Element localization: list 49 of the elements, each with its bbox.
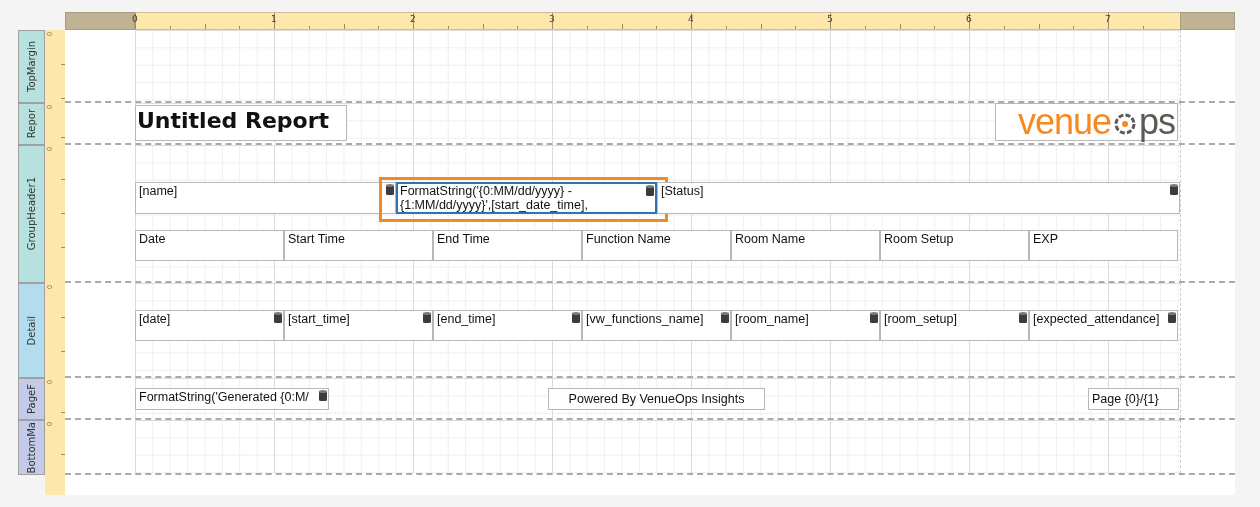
table-cell[interactable]: Start Time (284, 230, 433, 261)
table-cell[interactable]: End Time (433, 230, 582, 261)
table-cell[interactable]: [room_name] (731, 310, 880, 341)
band-label[interactable]: GroupHeader1 (18, 145, 45, 283)
ruler-label: 6 (966, 14, 972, 24)
ruler-label: 7 (1105, 14, 1111, 24)
band-label[interactable]: Repor (18, 103, 45, 145)
table-cell[interactable]: Room Name (731, 230, 880, 261)
table-cell[interactable]: [end_time] (433, 310, 582, 341)
ruler-label: 4 (688, 14, 694, 24)
database-icon (386, 184, 394, 195)
ruler-margin (65, 12, 135, 30)
table-cell[interactable]: Date (135, 230, 284, 261)
database-icon (1168, 312, 1176, 323)
table-cell[interactable]: [expected_attendance] (1029, 310, 1178, 341)
band-label[interactable]: PageF (18, 378, 45, 420)
ruler-label: 2 (410, 14, 416, 24)
band-label[interactable]: Detail (18, 283, 45, 378)
table-cell[interactable]: EXP (1029, 230, 1178, 261)
text-field[interactable]: Page {0}/{1} (1088, 388, 1179, 410)
ruler-margin (1180, 12, 1235, 30)
text-field[interactable]: FormatString('{0:MM/dd/yyyy} - {1:MM/dd/yyyy}',[start_date_time], (396, 182, 657, 214)
table-cell[interactable]: Room Setup (880, 230, 1029, 261)
ruler-label: 0 (132, 14, 138, 24)
database-icon (572, 312, 580, 323)
band-label[interactable]: BottomMa (18, 420, 45, 475)
text-field[interactable]: FormatString('Generated {0:M/ (135, 388, 329, 410)
database-icon (870, 312, 878, 323)
database-icon (1170, 184, 1178, 195)
ruler-label: 1 (271, 14, 277, 24)
text-field[interactable]: [Status] (657, 182, 1180, 214)
band-label[interactable]: TopMargin (18, 30, 45, 103)
logo: venue ps (995, 103, 1178, 141)
table-cell[interactable]: [vw_functions_name] (582, 310, 731, 341)
table-cell[interactable]: [room_setup] (880, 310, 1029, 341)
text-field[interactable]: Powered By VenueOps Insights (548, 388, 765, 410)
report-title[interactable]: Untitled Report (135, 105, 347, 141)
database-icon (423, 312, 431, 323)
database-icon (1019, 312, 1027, 323)
database-icon (319, 390, 327, 401)
text-field[interactable]: [name] (135, 182, 396, 214)
database-icon (274, 312, 282, 323)
ruler-label: 5 (827, 14, 833, 24)
table-cell[interactable]: [start_time] (284, 310, 433, 341)
table-cell[interactable]: [date] (135, 310, 284, 341)
database-icon (646, 185, 654, 196)
ruler-label: 3 (549, 14, 555, 24)
database-icon (721, 312, 729, 323)
table-cell[interactable]: Function Name (582, 230, 731, 261)
